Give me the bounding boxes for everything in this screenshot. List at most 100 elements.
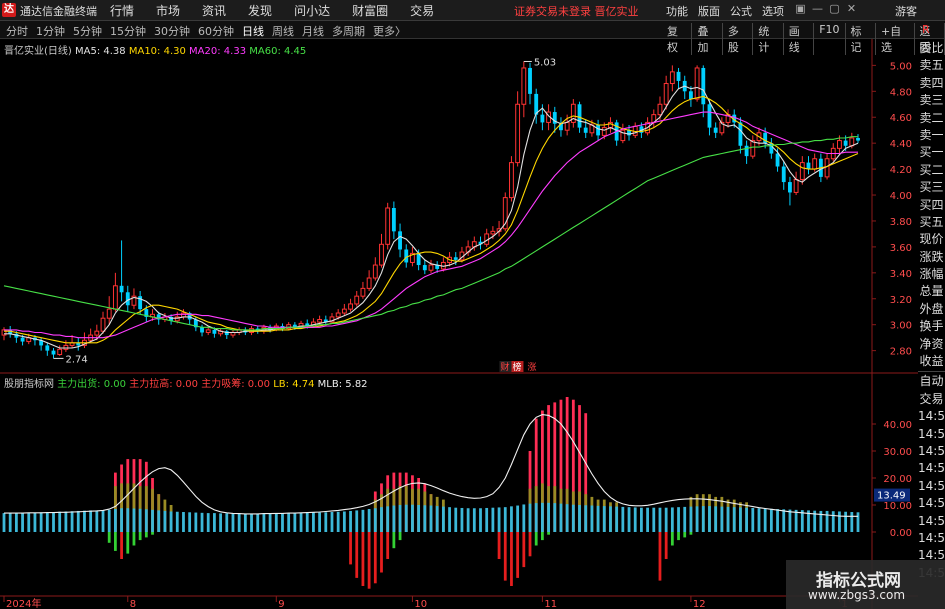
time-tick-label: 11 <box>544 599 557 609</box>
r-tag[interactable]: R <box>922 23 930 36</box>
lb-bar <box>850 512 854 532</box>
side-panel-item: 净资 <box>919 336 944 351</box>
lb-bar <box>701 506 705 532</box>
maximize-icon[interactable]: ▢ <box>826 2 843 15</box>
menu-item-market[interactable]: 市场 <box>156 2 180 19</box>
menu-item-layout[interactable]: 版面 <box>698 3 720 19</box>
price-tick-label: 2.80 <box>890 347 912 358</box>
stock-name[interactable]: 晋亿实业(日线) <box>4 46 72 57</box>
price-tick-label: 3.40 <box>890 269 912 280</box>
distribution-bar <box>534 532 538 546</box>
lb-bar <box>21 512 24 532</box>
right-menu: 功能 版面 公式 选项 <box>666 3 794 19</box>
lb-bar <box>448 507 451 532</box>
candle-body <box>744 145 749 157</box>
menu-item-news[interactable]: 资讯 <box>202 2 226 19</box>
time-tick-label: 8 <box>130 599 136 609</box>
lb-bar <box>392 505 396 532</box>
candle-body <box>694 67 700 100</box>
menu-item-options[interactable]: 选项 <box>762 3 784 19</box>
minimize-icon[interactable]: — <box>809 2 826 15</box>
side-panel-bottom-item: 14:56 <box>918 461 945 476</box>
lb-bar <box>615 506 619 532</box>
ma60-value: MA60: 4.45 <box>249 46 307 57</box>
lb-bar <box>398 505 402 532</box>
period-tab-5min[interactable]: 5分钟 <box>73 23 102 39</box>
lb-bar <box>621 506 625 532</box>
period-tab-monthly[interactable]: 月线 <box>302 23 324 39</box>
menu-item-ask[interactable]: 问小达 <box>294 2 330 19</box>
candle-body <box>366 277 372 289</box>
lb-bar <box>769 508 773 532</box>
lb-bar <box>745 507 749 532</box>
lb-bar <box>330 512 334 532</box>
lb-bar <box>14 512 18 532</box>
candle-body <box>750 140 756 157</box>
candle-body <box>738 122 743 146</box>
lb-bar <box>113 509 117 532</box>
menu-item-quotes[interactable]: 行情 <box>110 2 134 19</box>
price-chart[interactable]: 5.00 4.80 4.60 4.40 4.20 4.00 3.80 3.60 3.40 3.20… <box>0 39 918 609</box>
candle-body <box>843 140 848 146</box>
price-tick-label: 5.00 <box>890 61 912 72</box>
candle-body <box>688 91 693 100</box>
side-panel-item: 换手 <box>919 319 944 334</box>
distribution-bar <box>386 532 390 559</box>
menu-item-discover[interactable]: 发现 <box>248 2 272 19</box>
lb-bar <box>349 510 352 532</box>
distribution-bar <box>138 532 142 541</box>
period-tab-daily[interactable]: 日线 <box>242 23 264 39</box>
period-tab-weekly[interactable]: 周线 <box>272 23 294 39</box>
period-tab-60min[interactable]: 60分钟 <box>198 23 234 39</box>
lb-bar <box>596 505 600 532</box>
period-tab-multi[interactable]: 多周期 <box>332 23 365 39</box>
lb-bar <box>677 507 680 532</box>
candle-body <box>341 308 347 314</box>
candle-body <box>657 103 663 116</box>
lb-bar <box>689 506 693 532</box>
period-tab-more[interactable]: 更多〉 <box>373 23 406 39</box>
lb-bar <box>794 509 798 532</box>
side-panel-bottom-item: 14:56 <box>918 513 945 528</box>
close-icon[interactable]: ✕ <box>843 2 860 15</box>
period-tab-intraday[interactable]: 分时 <box>6 23 28 39</box>
lb-bar <box>417 505 421 532</box>
period-tab-1min[interactable]: 1分钟 <box>36 23 65 39</box>
side-panel-item: 买一 <box>919 145 944 160</box>
distribution-bar <box>497 532 501 559</box>
lb-bar <box>144 509 148 532</box>
side-panel-item: 涨跌 <box>919 249 944 264</box>
menu-item-formula[interactable]: 公式 <box>730 3 752 19</box>
menu-item-trade[interactable]: 交易 <box>410 2 434 19</box>
lb-bar <box>342 511 346 532</box>
lb-bar <box>658 507 662 532</box>
guest-label[interactable]: 游客 <box>895 3 917 19</box>
period-tab-30min[interactable]: 30分钟 <box>154 23 190 39</box>
lb-bar <box>571 504 575 532</box>
lb-bar <box>107 509 111 532</box>
menu-item-wealth[interactable]: 财富圈 <box>352 2 388 19</box>
candle-body <box>112 285 118 310</box>
lb-bar <box>318 512 322 532</box>
ma20-value: MA20: 4.33 <box>189 46 247 57</box>
indicator-name[interactable]: 股朋指标网 <box>4 379 54 390</box>
candle-body <box>577 104 582 128</box>
menu-item-function[interactable]: 功能 <box>666 3 688 19</box>
restore-icon[interactable]: ▣ <box>792 2 809 15</box>
candle-body <box>701 67 706 105</box>
candle-body <box>781 166 786 183</box>
side-panel-item: 收益 <box>919 354 944 369</box>
candle-body <box>385 207 391 245</box>
lb-bar <box>336 511 340 532</box>
lb-bar <box>565 504 569 532</box>
period-tab-15min[interactable]: 15分钟 <box>110 23 146 39</box>
indicator-tick-label: 10.00 <box>883 501 912 512</box>
price-tick-label: 4.80 <box>890 87 912 98</box>
lb-bar <box>652 507 656 532</box>
distribution-bar <box>677 532 680 541</box>
distribution-bar <box>540 532 544 541</box>
distribution-bar <box>398 532 402 541</box>
lb-bar <box>219 513 222 532</box>
lb-bar <box>491 507 495 532</box>
login-status-text[interactable]: 证券交易未登录 晋亿实业 <box>514 3 639 19</box>
